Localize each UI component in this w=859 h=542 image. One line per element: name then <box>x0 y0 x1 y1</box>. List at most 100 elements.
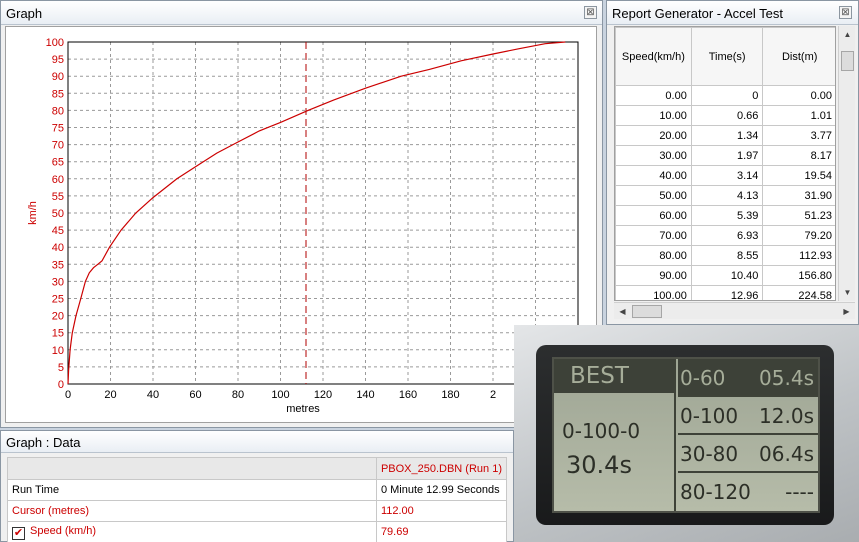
table-row[interactable]: 0.00 0 0.00 <box>615 85 835 106</box>
table-row[interactable]: 60.00 5.39 51.23 <box>615 205 835 226</box>
x-tick-label: 40 <box>147 389 159 401</box>
lcd-row-80-120: 80-120 ---- <box>678 473 818 511</box>
table-cell: 6.93 <box>690 225 764 246</box>
table-cell: 100.00 <box>615 285 692 300</box>
table-cell: 1.34 <box>690 125 764 146</box>
table-cell: 3.14 <box>690 165 764 186</box>
speed-visible-checkbox[interactable]: ✔ <box>12 526 25 540</box>
table-cell: 31.90 <box>762 185 835 206</box>
column-header-time[interactable]: Time(s) <box>690 27 764 86</box>
y-tick-label: 45 <box>52 225 64 237</box>
table-row[interactable]: 90.00 10.40 156.80 <box>615 265 835 286</box>
report-vertical-scrollbar[interactable]: ▲ ▼ <box>838 26 855 301</box>
table-cell: 224.58 <box>762 285 835 300</box>
scroll-right-icon[interactable]: ▶ <box>838 303 855 320</box>
lcd-summary-panel: BEST 0-100-0 30.4s <box>554 359 676 511</box>
lcd-row-label: 30-80 <box>680 442 739 466</box>
horizontal-scroll-thumb[interactable] <box>632 305 662 318</box>
vertical-scroll-thumb[interactable] <box>841 51 854 71</box>
data-row-cursor: Cursor (metres) 112.00 <box>7 500 508 522</box>
y-tick-label: 30 <box>52 276 64 288</box>
table-row[interactable]: 80.00 8.55 112.93 <box>615 245 835 266</box>
data-row-label: Cursor (metres) <box>7 500 377 522</box>
graph-window: Graph ⊠ 0 5 10 15 20 25 30 35 40 45 50 55 60 65 70 75 80… <box>0 0 603 428</box>
lcd-row-label: 80-120 <box>680 480 751 504</box>
table-row[interactable]: 10.00 0.66 1.01 <box>615 105 835 126</box>
y-tick-label: 65 <box>52 157 64 169</box>
table-row[interactable]: 70.00 6.93 79.20 <box>615 225 835 246</box>
table-row[interactable]: 20.00 1.34 3.77 <box>615 125 835 146</box>
graph-plot-area[interactable]: 0 5 10 15 20 25 30 35 40 45 50 55 60 65 70 75 80 85 90 95 10… <box>5 26 597 423</box>
table-row[interactable]: 100.00 12.96 224.58 <box>615 285 835 300</box>
y-tick-label: 100 <box>46 37 64 49</box>
table-cell: 60.00 <box>615 205 692 226</box>
x-tick-label: 60 <box>189 389 201 401</box>
column-header-dist[interactable]: Dist(m) <box>762 27 835 86</box>
report-window-title: Report Generator - Accel Test <box>607 1 858 25</box>
y-tick-label: 15 <box>52 328 64 340</box>
lcd-summary-label: 0-100-0 <box>562 419 641 443</box>
table-cell: 51.23 <box>762 205 835 226</box>
graph-data-table: PBOX_250.DBN (Run 1) Run Time 0 Minute 1… <box>7 457 508 542</box>
table-cell: 156.80 <box>762 265 835 286</box>
table-cell: 19.54 <box>762 165 835 186</box>
graph-close-icon[interactable]: ⊠ <box>584 6 597 19</box>
speed-distance-chart: 0510152025303540455055606570758085909510… <box>27 37 579 415</box>
graph-data-title: Graph : Data <box>1 431 513 453</box>
report-close-icon[interactable]: ⊠ <box>839 6 852 19</box>
lcd-row-value: 05.4s <box>759 366 814 390</box>
report-generator-window: Report Generator - Accel Test ⊠ Speed(km… <box>606 0 859 325</box>
table-cell: 79.20 <box>762 225 835 246</box>
table-cell: 90.00 <box>615 265 692 286</box>
table-row[interactable]: 50.00 4.13 31.90 <box>615 185 835 206</box>
x-tick-label: 160 <box>399 389 417 401</box>
lcd-row-value: 06.4s <box>759 442 814 466</box>
table-cell: 10.00 <box>615 105 692 126</box>
scroll-up-icon[interactable]: ▲ <box>839 26 856 43</box>
report-table-viewport: Speed(km/h) Time(s) Dist(m) 0.00 0 0.00 10.… <box>614 26 836 301</box>
lcd-row-label: 0-60 <box>680 366 726 390</box>
table-cell: 4.13 <box>690 185 764 206</box>
x-tick-label: 20 <box>104 389 116 401</box>
desktop: Graph ⊠ 0 5 10 15 20 25 30 35 40 45 50 55 60 65 70 75 80… <box>0 0 859 542</box>
table-cell: 8.55 <box>690 245 764 266</box>
table-cell: 30.00 <box>615 145 692 166</box>
table-cell: 10.40 <box>690 265 764 286</box>
y-tick-label: 70 <box>52 140 64 152</box>
data-row-run-time: Run Time 0 Minute 12.99 Seconds <box>7 479 508 501</box>
device-bezel: BEST 0-100-0 30.4s 0-60 05.4s 0-100 12.0… <box>536 345 834 525</box>
table-row[interactable]: 40.00 3.14 19.54 <box>615 165 835 186</box>
lcd-row-0-60: 0-60 05.4s <box>678 359 818 397</box>
table-cell: 0.66 <box>690 105 764 126</box>
table-cell: 40.00 <box>615 165 692 186</box>
x-tick-label: 2 <box>490 389 496 401</box>
x-tick-label: 80 <box>232 389 244 401</box>
data-header-row: PBOX_250.DBN (Run 1) <box>7 457 508 480</box>
report-horizontal-scrollbar[interactable]: ◀ ▶ <box>614 302 855 319</box>
lcd-row-label: 0-100 <box>680 404 739 428</box>
x-tick-label: 180 <box>441 389 459 401</box>
table-cell: 20.00 <box>615 125 692 146</box>
y-tick-label: 60 <box>52 174 64 186</box>
device-photo: BEST 0-100-0 30.4s 0-60 05.4s 0-100 12.0… <box>514 325 859 542</box>
table-cell: 112.93 <box>762 245 835 266</box>
y-tick-label: 5 <box>58 362 64 374</box>
x-axis-label: metres <box>286 403 320 415</box>
data-header-file: PBOX_250.DBN (Run 1) <box>375 457 508 480</box>
lcd-row-value: 12.0s <box>759 404 814 428</box>
graph-window-title: Graph <box>1 1 602 25</box>
scroll-down-icon[interactable]: ▼ <box>839 284 856 301</box>
x-tick-label: 0 <box>65 389 71 401</box>
scroll-left-icon[interactable]: ◀ <box>614 303 631 320</box>
table-cell: 12.96 <box>690 285 764 300</box>
lcd-row-value: ---- <box>785 480 814 504</box>
table-cell: 5.39 <box>690 205 764 226</box>
data-row-value: 0 Minute 12.99 Seconds <box>375 479 508 501</box>
y-tick-label: 20 <box>52 311 64 323</box>
table-cell: 3.77 <box>762 125 835 146</box>
y-tick-label: 25 <box>52 294 64 306</box>
column-header-speed[interactable]: Speed(km/h) <box>615 27 692 86</box>
table-row[interactable]: 30.00 1.97 8.17 <box>615 145 835 166</box>
lcd-best-label: BEST <box>554 359 674 393</box>
y-tick-label: 10 <box>52 345 64 357</box>
